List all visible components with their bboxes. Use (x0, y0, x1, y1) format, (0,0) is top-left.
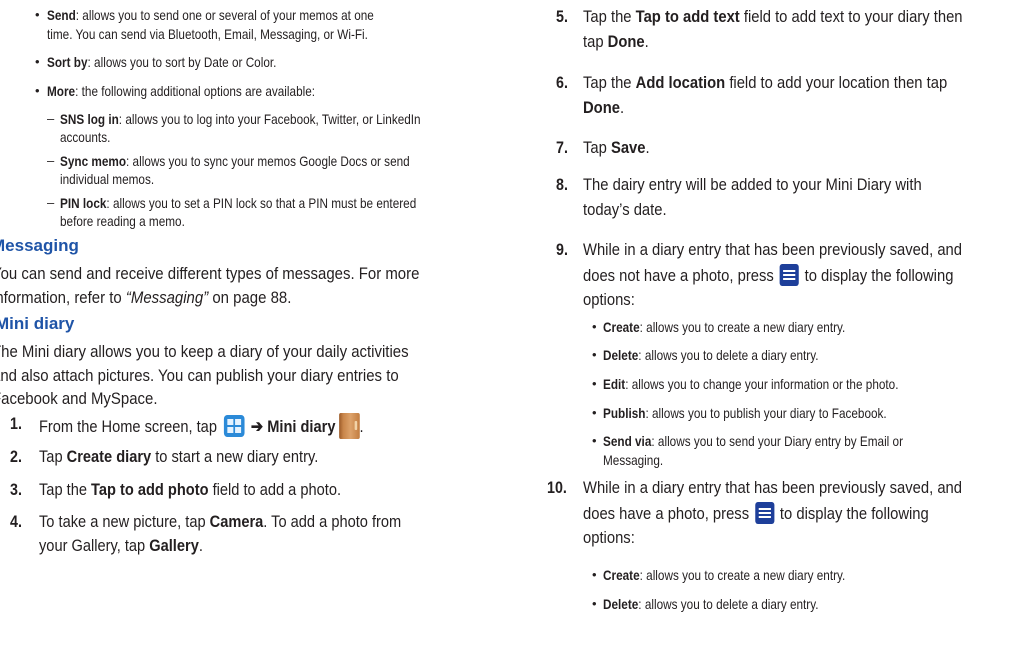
paragraph-line: You can send and receive different types… (0, 264, 420, 283)
step-text-continuation: your Gallery, tap Gallery. (39, 536, 203, 555)
step-text: While in a diary entry that has been pre… (583, 240, 963, 259)
step-text: While in a diary entry that has been pre… (583, 478, 963, 497)
list-item-continuation: Messaging. (603, 452, 664, 468)
list-subitem-continuation: accounts. (60, 129, 111, 145)
step-number: 10. (547, 478, 567, 497)
list-item: Create: allows you to create a new diary… (603, 567, 846, 583)
menu-key-icon (754, 502, 775, 524)
list-item: More: the following additional options a… (47, 83, 316, 99)
apps-icon (223, 415, 245, 437)
step-text-continuation: options: (583, 528, 635, 547)
step-number: 4. (10, 512, 22, 531)
step-text-continuation: tap Done. (583, 32, 649, 51)
list-item: Sort by: allows you to sort by Date or C… (47, 54, 277, 70)
bullet: • (592, 596, 597, 611)
bullet: • (35, 7, 40, 22)
step-text: Tap Create diary to start a new diary en… (39, 447, 319, 466)
list-item: Send via: allows you to send your Diary … (603, 433, 904, 449)
step-number: 6. (556, 73, 568, 92)
bullet: • (35, 83, 40, 98)
step-text-continuation: options: (583, 290, 635, 309)
step-number: 2. (10, 447, 22, 466)
list-subitem-continuation: before reading a memo. (60, 213, 185, 229)
paragraph-line: and also attach pictures. You can publis… (0, 366, 399, 385)
list-item: Delete: allows you to delete a diary ent… (603, 596, 819, 612)
list-subitem: PIN lock: allows you to set a PIN lock s… (60, 195, 417, 211)
bullet: • (592, 405, 597, 420)
step-text-continuation: does have a photo, press to display the … (583, 502, 929, 524)
step-text: To take a new picture, tap Camera. To ad… (39, 512, 402, 531)
bullet: • (592, 567, 597, 582)
step-text: From the Home screen, tap ➔ Mini diary. (39, 413, 416, 439)
list-item-continuation: time. You can send via Bluetooth, Email,… (47, 26, 368, 42)
cross-reference-link[interactable]: “Messaging” (126, 288, 208, 307)
step-text: The dairy entry will be added to your Mi… (583, 175, 922, 194)
list-item: Send: allows you to send one or several … (47, 7, 374, 23)
paragraph-line: The Mini diary allows you to keep a diar… (0, 342, 409, 361)
dash: – (47, 111, 55, 126)
step-text: Tap the Tap to add text field to add tex… (583, 7, 963, 26)
list-item: Edit: allows you to change your informat… (603, 376, 899, 392)
bullet: • (35, 54, 40, 69)
section-heading-messaging: Messaging (0, 236, 79, 255)
step-text-continuation: today’s date. (583, 200, 667, 219)
dash: – (47, 195, 55, 210)
list-subitem: Sync memo: allows you to sync your memos… (60, 153, 410, 169)
list-item: Delete: allows you to delete a diary ent… (603, 347, 819, 363)
bullet: • (592, 433, 597, 448)
step-text: Tap the Tap to add photo field to add a … (39, 480, 342, 499)
bullet: • (592, 376, 597, 391)
step-text-continuation: Done. (583, 98, 625, 117)
bullet: • (592, 319, 597, 334)
step-number: 5. (556, 7, 568, 26)
step-number: 7. (556, 138, 568, 157)
bullet: • (592, 347, 597, 362)
paragraph-line: information, refer to “Messaging” on pag… (0, 288, 292, 307)
list-subitem: SNS log in: allows you to log into your … (60, 111, 421, 127)
step-number: 9. (556, 240, 568, 259)
step-text-continuation: does not have a photo, press to display … (583, 264, 954, 286)
step-number: 1. (10, 414, 22, 433)
step-number: 3. (10, 480, 22, 499)
list-item: Create: allows you to create a new diary… (603, 319, 846, 335)
dash: – (47, 153, 55, 168)
menu-key-icon (779, 264, 799, 286)
list-item: Publish: allows you to publish your diar… (603, 405, 887, 421)
section-heading-mini-diary: Mini diary (0, 314, 75, 333)
mini-diary-icon (338, 413, 360, 439)
step-text: Tap Save. (583, 138, 650, 157)
list-subitem-continuation: individual memos. (60, 171, 155, 187)
paragraph-line: Facebook and MySpace. (0, 389, 158, 408)
step-number: 8. (556, 175, 568, 194)
step-text: Tap the Add location field to add your l… (583, 73, 948, 92)
